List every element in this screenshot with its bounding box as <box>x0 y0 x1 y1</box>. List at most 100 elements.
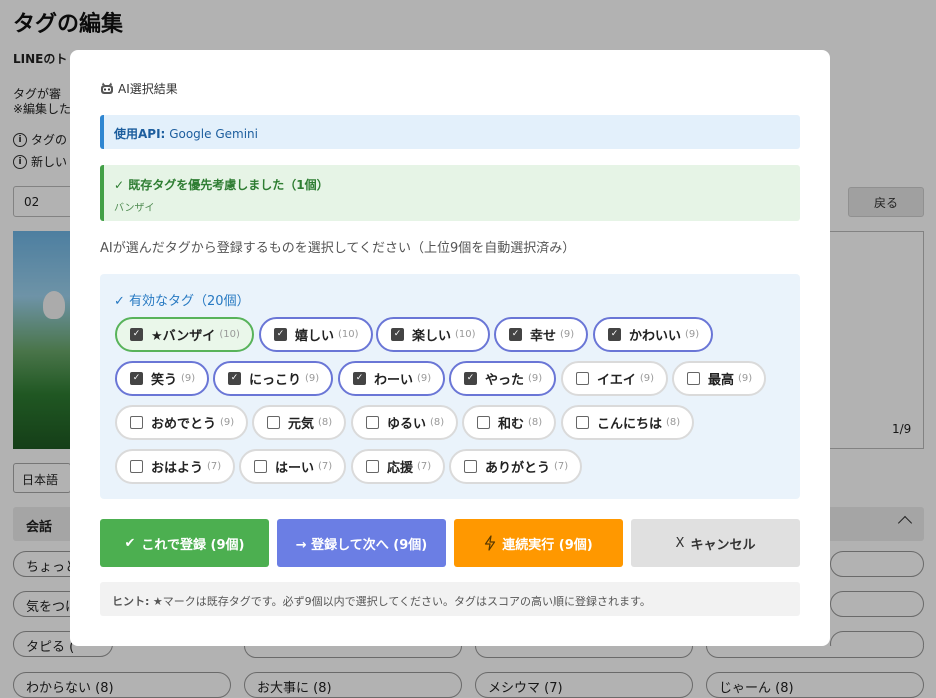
tag-name: ★バンザイ <box>151 329 216 344</box>
tag-option[interactable]: ✓ ★バンザイ (10) <box>115 317 254 352</box>
lightning-icon <box>485 535 496 551</box>
tag-checkbox[interactable]: ✓ <box>608 328 621 341</box>
tag-checkbox[interactable]: ✓ <box>391 328 404 341</box>
tag-option[interactable]: ✓ 嬉しい (10) <box>259 317 373 352</box>
tag-option[interactable]: こんにちは (8) <box>561 405 695 440</box>
tag-name: 応援 <box>387 461 414 476</box>
tag-name: 嬉しい <box>295 329 335 344</box>
tag-name: おはよう <box>151 461 204 476</box>
tag-checkbox[interactable]: ✓ <box>228 372 241 385</box>
hint-box: ヒント: ★マークは既存タグです。必ず9個以内で選択してください。タグはスコアの… <box>100 582 800 616</box>
tag-checkbox[interactable]: ✓ <box>274 328 287 341</box>
tag-count: (9) <box>181 373 196 384</box>
tag-checkbox[interactable]: ✓ <box>464 372 477 385</box>
tag-checkbox[interactable]: ✓ <box>509 328 522 341</box>
api-info-box: 使用API: Google Gemini <box>100 115 800 149</box>
api-value: Google Gemini <box>169 127 258 141</box>
tag-count: (8) <box>528 417 543 428</box>
tag-option[interactable]: ✓ かわいい (9) <box>593 317 714 352</box>
tag-checkbox[interactable] <box>477 416 490 429</box>
tag-name: 最高 <box>708 373 735 388</box>
tag-count: (9) <box>639 373 655 384</box>
robot-icon <box>101 82 113 94</box>
tag-count: (9) <box>528 373 543 384</box>
tag-count: (10) <box>455 329 476 340</box>
tag-count: (8) <box>430 417 445 428</box>
tag-option[interactable]: おめでとう (9) <box>115 405 249 440</box>
valid-tags-box: ✓ 有効なタグ（20個） ✓ ★バンザイ (10) ✓ 嬉しい (10) ✓ 楽… <box>100 274 800 499</box>
tag-name: はーい <box>275 461 315 476</box>
tag-option[interactable]: ✓ にっこり (9) <box>213 361 334 396</box>
tag-option[interactable]: 和む (8) <box>462 405 557 440</box>
tag-option[interactable]: 応援 (7) <box>351 449 446 484</box>
tag-name: やった <box>485 373 525 388</box>
tag-name: 笑う <box>151 373 178 388</box>
hint-label: ヒント: <box>112 595 150 608</box>
register-next-label: → 登録して次へ (9個) <box>295 537 428 553</box>
register-next-button[interactable]: → 登録して次へ (9個) <box>277 519 446 567</box>
tag-count: (9) <box>738 373 753 384</box>
tag-name: おめでとう <box>151 417 217 432</box>
existing-tags-title: ✓ 既存タグを優先考慮しました（1個） <box>114 178 329 192</box>
tag-checkbox[interactable] <box>130 416 143 429</box>
existing-tags-box: ✓ 既存タグを優先考慮しました（1個） バンザイ <box>100 165 800 221</box>
tag-count: (9) <box>685 329 700 340</box>
tag-option[interactable]: ✓ やった (9) <box>449 361 557 396</box>
tag-checkbox[interactable] <box>576 372 589 385</box>
tag-count: (10) <box>338 329 359 340</box>
register-label: これで登録 (9個) <box>141 537 245 553</box>
tag-checkbox[interactable]: ✓ <box>130 328 143 341</box>
api-label: 使用API: <box>114 127 166 141</box>
tag-name: かわいい <box>629 329 682 344</box>
tag-option[interactable]: ありがとう (7) <box>449 449 583 484</box>
tag-name: こんにちは <box>597 417 663 432</box>
cancel-button[interactable]: X キャンセル <box>631 519 800 567</box>
instruction-text: AIが選んだタグから登録するものを選択してください（上位9個を自動選択済み） <box>100 241 576 256</box>
tag-count: (8) <box>666 417 681 428</box>
tag-checkbox[interactable] <box>267 416 280 429</box>
tag-checkbox[interactable] <box>130 460 143 473</box>
tag-option[interactable]: 最高 (9) <box>672 361 767 396</box>
tag-option[interactable]: 元気 (8) <box>252 405 347 440</box>
tag-name: 和む <box>498 417 525 432</box>
valid-tags-title: ✓ 有効なタグ（20個） <box>114 294 250 309</box>
tag-name: 元気 <box>288 417 315 432</box>
tag-option[interactable]: ✓ 楽しい (10) <box>376 317 490 352</box>
tag-count: (7) <box>417 461 432 472</box>
batch-run-button[interactable]: 連続実行 (9個) <box>454 519 623 567</box>
hint-text: ★マークは既存タグです。必ず9個以内で選択してください。タグはスコアの高い順に登… <box>152 595 651 608</box>
tag-name: イエイ <box>597 373 636 388</box>
tag-checkbox[interactable] <box>576 416 589 429</box>
ai-selection-modal: AI選択結果 使用API: Google Gemini ✓ 既存タグを優先考慮し… <box>70 50 830 646</box>
tag-checkbox[interactable] <box>254 460 267 473</box>
tag-checkbox[interactable] <box>366 460 379 473</box>
tag-option[interactable]: おはよう (7) <box>115 449 236 484</box>
tag-checkbox[interactable] <box>687 372 700 385</box>
tag-checkbox[interactable]: ✓ <box>353 372 366 385</box>
cancel-label: キャンセル <box>690 537 756 553</box>
tag-option[interactable]: ✓ わーい (9) <box>338 361 446 396</box>
tag-name: 幸せ <box>530 329 557 344</box>
tag-name: ゆるい <box>387 417 427 432</box>
tag-count: (7) <box>318 461 333 472</box>
tag-option[interactable]: はーい (7) <box>239 449 347 484</box>
existing-tags-list: バンザイ <box>114 203 155 214</box>
tag-checkbox[interactable] <box>366 416 379 429</box>
tag-name: 楽しい <box>412 329 452 344</box>
tag-option[interactable]: ゆるい (8) <box>351 405 459 440</box>
register-button[interactable]: ✔ これで登録 (9個) <box>100 519 269 567</box>
tag-checkbox[interactable] <box>464 460 477 473</box>
tag-checkbox[interactable]: ✓ <box>130 372 143 385</box>
close-icon: X <box>675 535 685 551</box>
tag-count: (9) <box>220 417 235 428</box>
batch-run-label: 連続実行 (9個) <box>502 537 593 553</box>
tag-count: (9) <box>417 373 432 384</box>
tag-count: (7) <box>554 461 569 472</box>
tag-count: (9) <box>305 373 320 384</box>
modal-header: AI選択結果 <box>100 80 178 97</box>
tag-name: わーい <box>374 373 414 388</box>
tag-option[interactable]: ✓ 幸せ (9) <box>494 317 589 352</box>
tag-option[interactable]: イエイ (9) <box>561 361 669 396</box>
tag-option[interactable]: ✓ 笑う (9) <box>115 361 210 396</box>
tag-name: にっこり <box>249 373 302 388</box>
